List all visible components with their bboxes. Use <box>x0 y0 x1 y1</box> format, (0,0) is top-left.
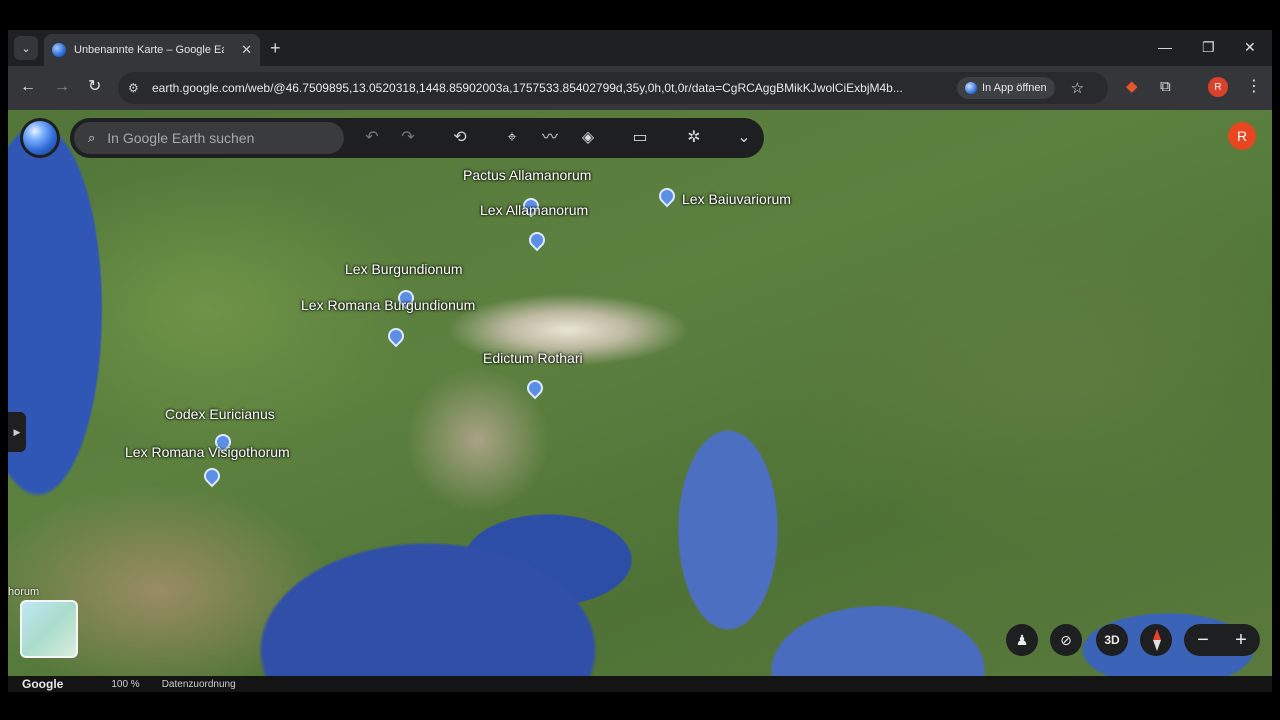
compass-icon[interactable] <box>1140 624 1172 656</box>
satellite-icon[interactable]: ✲ <box>682 128 706 148</box>
toggle-3d-button[interactable]: 3D <box>1096 624 1128 656</box>
undo-icon[interactable]: ↶ <box>360 128 384 148</box>
earth-status-bar: Google 100 % Datenzuordnung <box>8 676 1272 692</box>
tab-google-earth[interactable]: Unbenannte Karte – Google Ea ✕ <box>44 34 260 66</box>
back-icon[interactable]: ← <box>20 78 36 96</box>
bookmark-star-icon[interactable]: ☆ <box>1071 79 1084 97</box>
scale-readout: 100 % <box>111 678 140 690</box>
browser-window: ⌄ Unbenannte Karte – Google Ea ✕ + — ❐ ✕… <box>8 30 1272 692</box>
map-style-thumbnail[interactable] <box>20 600 78 658</box>
google-earth-app-icon <box>965 82 977 94</box>
reload-icon[interactable]: ↻ <box>88 78 101 96</box>
attribution-link[interactable]: Datenzuordnung <box>162 679 236 690</box>
pegman-icon[interactable]: ♟ <box>1006 624 1038 656</box>
place-label-edictum-rothari[interactable]: Edictum Rothari <box>483 350 583 366</box>
history-icon[interactable]: ⟲ <box>448 128 472 148</box>
placemark-pin-icon[interactable] <box>655 184 679 208</box>
redo-icon[interactable]: ↷ <box>396 128 420 148</box>
place-label-lex-burgundionum[interactable]: Lex Burgundionum <box>345 261 463 277</box>
tab-close-icon[interactable]: ✕ <box>241 42 252 58</box>
earth-map-view[interactable]: ⌕ ↶ ↷ ⟲ ⌖ 〰 ◈ ▭ ✲ ⌄ R Pactus Allamanorum… <box>8 110 1272 676</box>
browser-toolbar: ← → ↻ ⚙ earth.google.com/web/@46.7509895… <box>8 66 1272 110</box>
zoom-controls: − + <box>1184 624 1260 656</box>
zoom-out-button[interactable]: − <box>1197 629 1209 652</box>
pin-icon[interactable]: ⌖ <box>500 128 524 148</box>
earth-globe-icon <box>23 121 57 155</box>
tab-search-chevron-icon[interactable]: ⌄ <box>14 36 38 60</box>
google-wordmark: Google <box>22 677 64 691</box>
close-window-icon[interactable]: ✕ <box>1244 38 1256 56</box>
placemark-pin-icon[interactable] <box>200 464 224 488</box>
compass-north-needle <box>1153 629 1161 640</box>
zoom-in-button[interactable]: + <box>1235 629 1247 652</box>
new-tab-button[interactable]: + <box>270 38 281 58</box>
place-label-lex-romana-visigothorum[interactable]: Lex Romana Visigothorum <box>125 444 290 460</box>
place-label-pactus-allamanorum[interactable]: Pactus Allamanorum <box>463 167 591 183</box>
place-label-lex-baiuvariorum[interactable]: Lex Baiuvariorum <box>682 191 791 207</box>
earth-search-box[interactable]: ⌕ <box>74 122 344 154</box>
placemark-pin-icon[interactable] <box>525 228 549 252</box>
google-earth-favicon-icon <box>52 43 66 57</box>
earth-toolbar: ⌕ ↶ ↷ ⟲ ⌖ 〰 ◈ ▭ ✲ ⌄ <box>70 118 764 158</box>
compass-south-needle <box>1153 640 1161 651</box>
placemark-pin-icon[interactable] <box>523 376 547 400</box>
truncated-map-label: horum <box>8 586 40 598</box>
earth-search-input[interactable] <box>107 130 328 146</box>
browser-profile-avatar[interactable]: R <box>1208 77 1228 97</box>
earth-logo-button[interactable] <box>20 118 60 158</box>
restore-icon[interactable]: ❐ <box>1202 38 1215 56</box>
forward-icon[interactable]: → <box>54 78 70 96</box>
open-in-app-label: In App öffnen <box>982 82 1047 94</box>
place-label-lex-allamanorum[interactable]: Lex Allamanorum <box>480 202 588 218</box>
ruler-icon[interactable]: ▭ <box>628 128 652 148</box>
extensions-puzzle-icon[interactable]: ⧉ <box>1160 78 1171 96</box>
url-text[interactable]: earth.google.com/web/@46.7509895,13.0520… <box>152 81 947 95</box>
place-label-lex-romana-burgundionum[interactable]: Lex Romana Burgundionum <box>301 297 475 313</box>
drawer-expand-icon[interactable]: ▶ <box>8 412 26 452</box>
recenter-off-icon[interactable]: ⊘ <box>1050 624 1082 656</box>
browser-menu-icon[interactable]: ⋮ <box>1246 76 1262 96</box>
minimize-icon[interactable]: — <box>1158 38 1172 56</box>
path-icon[interactable]: 〰 <box>538 128 562 148</box>
tab-strip: ⌄ Unbenannte Karte – Google Ea ✕ + — ❐ ✕ <box>8 30 1272 66</box>
earth-profile-avatar[interactable]: R <box>1228 122 1256 150</box>
search-icon: ⌕ <box>88 130 96 145</box>
open-in-app-button[interactable]: In App öffnen <box>957 77 1055 99</box>
address-bar[interactable]: ⚙ earth.google.com/web/@46.7509895,13.05… <box>118 72 1108 104</box>
layers-icon[interactable]: ◈ <box>576 128 600 148</box>
place-label-codex-euricianus[interactable]: Codex Euricianus <box>165 406 275 422</box>
extension-fox-icon[interactable]: ◆ <box>1126 78 1138 96</box>
site-info-icon[interactable]: ⚙ <box>128 81 148 95</box>
chevron-down-icon[interactable]: ⌄ <box>732 128 756 148</box>
placemark-pin-icon[interactable] <box>384 324 408 348</box>
tab-title: Unbenannte Karte – Google Ea <box>74 44 224 56</box>
